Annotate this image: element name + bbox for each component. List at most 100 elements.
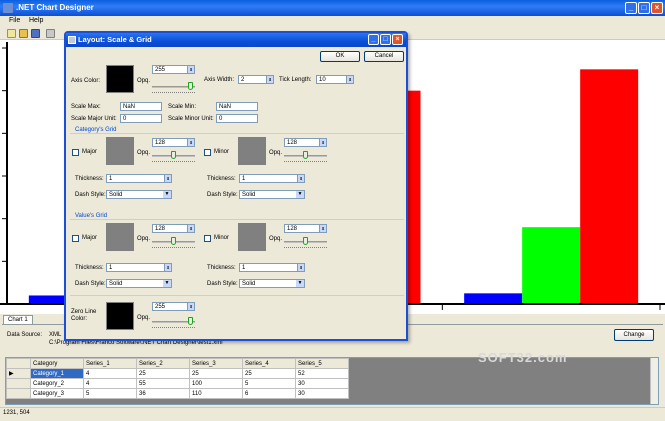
spinner-arrows-icon[interactable]: ⬍ bbox=[187, 139, 194, 146]
zero-line-color-swatch[interactable] bbox=[106, 302, 134, 330]
change-button[interactable]: Change bbox=[614, 329, 654, 341]
spinner-arrows-icon[interactable]: ⬍ bbox=[297, 175, 304, 182]
chevron-down-icon[interactable]: ▼ bbox=[163, 280, 171, 287]
value-major-opacity-spinner[interactable]: 128 ⬍ bbox=[152, 224, 195, 233]
value-major-thickness-spinner[interactable]: 1 ⬍ bbox=[106, 263, 172, 272]
value-major-checkbox[interactable] bbox=[72, 235, 79, 242]
table-cell[interactable]: 110 bbox=[189, 388, 243, 399]
slider-thumb[interactable] bbox=[303, 151, 308, 159]
save-icon[interactable] bbox=[31, 29, 40, 38]
value-major-dash-style-select[interactable]: Solid ▼ bbox=[106, 279, 172, 288]
ok-button[interactable]: OK bbox=[320, 51, 360, 62]
table-cell[interactable]: 6 bbox=[242, 388, 296, 399]
axis-opacity-slider-thumb[interactable] bbox=[188, 82, 193, 90]
spinner-arrows-icon[interactable]: ⬍ bbox=[164, 175, 171, 182]
value-minor-color-swatch[interactable] bbox=[238, 223, 266, 251]
slider-thumb[interactable] bbox=[303, 237, 308, 245]
category-major-checkbox[interactable] bbox=[72, 149, 79, 156]
category-major-color-swatch[interactable] bbox=[106, 137, 134, 165]
spinner-arrows-icon[interactable]: ⬍ bbox=[164, 264, 171, 271]
table-cell[interactable]: 100 bbox=[189, 378, 243, 389]
column-header[interactable]: Series_1 bbox=[83, 358, 137, 369]
table-row[interactable]: Category_2 4 55 100 5 30 bbox=[6, 378, 349, 389]
chevron-down-icon[interactable]: ▼ bbox=[296, 280, 304, 287]
category-major-dash-style-select[interactable]: Solid ▼ bbox=[106, 190, 172, 199]
dialog-title-bar[interactable]: Layout: Scale & Grid _ □ × bbox=[66, 33, 406, 47]
maximize-button[interactable]: □ bbox=[638, 2, 650, 14]
column-header[interactable]: Series_2 bbox=[136, 358, 190, 369]
open-icon[interactable] bbox=[19, 29, 28, 38]
value-minor-checkbox[interactable] bbox=[204, 235, 211, 242]
dialog-close-button[interactable]: × bbox=[392, 34, 403, 45]
table-cell[interactable]: 36 bbox=[136, 388, 190, 399]
table-cell[interactable]: 30 bbox=[295, 378, 349, 389]
bar-Category_3-series-2[interactable] bbox=[522, 227, 581, 304]
menu-help[interactable]: Help bbox=[29, 17, 43, 24]
spinner-arrows-icon[interactable]: ⬍ bbox=[266, 76, 273, 83]
column-header[interactable]: Category bbox=[30, 358, 84, 369]
close-button[interactable]: × bbox=[651, 2, 663, 14]
category-minor-color-swatch[interactable] bbox=[238, 137, 266, 165]
axis-color-swatch[interactable] bbox=[106, 65, 134, 93]
column-header[interactable]: Series_3 bbox=[189, 358, 243, 369]
category-minor-opacity-spinner[interactable]: 128 ⬍ bbox=[284, 138, 327, 147]
table-row[interactable]: ▶ Category_1 4 25 25 25 52 bbox=[6, 368, 349, 379]
category-minor-dash-style-select[interactable]: Solid ▼ bbox=[239, 190, 305, 199]
scale-min-input[interactable]: NaN bbox=[216, 102, 258, 111]
row-header[interactable] bbox=[6, 378, 31, 389]
chevron-down-icon[interactable]: ▼ bbox=[163, 191, 171, 198]
undo-icon[interactable] bbox=[46, 29, 55, 38]
column-header[interactable]: Series_5 bbox=[295, 358, 349, 369]
zero-opacity-spinner[interactable]: 255 ⬍ bbox=[152, 302, 195, 311]
table-cell[interactable]: 4 bbox=[83, 368, 137, 379]
bar-Category_3-series-3[interactable] bbox=[580, 69, 639, 304]
table-cell[interactable]: 4 bbox=[83, 378, 137, 389]
value-minor-opacity-spinner[interactable]: 128 ⬍ bbox=[284, 224, 327, 233]
tick-length-spinner[interactable]: 10 ⬍ bbox=[316, 75, 354, 84]
spinner-arrows-icon[interactable]: ⬍ bbox=[297, 264, 304, 271]
category-minor-checkbox[interactable] bbox=[204, 149, 211, 156]
table-cell[interactable]: 25 bbox=[242, 368, 296, 379]
table-cell[interactable]: 52 bbox=[295, 368, 349, 379]
table-cell[interactable]: 25 bbox=[136, 368, 190, 379]
row-indicator-icon[interactable]: ▶ bbox=[6, 368, 31, 379]
spinner-arrows-icon[interactable]: ⬍ bbox=[187, 225, 194, 232]
value-major-color-swatch[interactable] bbox=[106, 223, 134, 251]
table-row[interactable]: Category_3 5 36 110 6 30 bbox=[6, 388, 349, 399]
minimize-button[interactable]: _ bbox=[625, 2, 637, 14]
spinner-arrows-icon[interactable]: ⬍ bbox=[319, 225, 326, 232]
zero-opacity-slider-thumb[interactable] bbox=[188, 317, 193, 325]
axis-width-spinner[interactable]: 2 ⬍ bbox=[238, 75, 274, 84]
value-minor-thickness-spinner[interactable]: 1 ⬍ bbox=[239, 263, 305, 272]
menu-file[interactable]: File bbox=[9, 17, 20, 24]
table-cell[interactable]: 5 bbox=[83, 388, 137, 399]
table-cell[interactable]: 5 bbox=[242, 378, 296, 389]
scale-minor-input[interactable]: 0 bbox=[216, 114, 258, 123]
tab-chart-1[interactable]: Chart 1 bbox=[3, 315, 33, 324]
dialog-maximize-button[interactable]: □ bbox=[380, 34, 391, 45]
cancel-button[interactable]: Cancel bbox=[364, 51, 404, 62]
table-cell[interactable]: 25 bbox=[189, 368, 243, 379]
spinner-arrows-icon[interactable]: ⬍ bbox=[346, 76, 353, 83]
bar-Category_3-series-1[interactable] bbox=[464, 293, 523, 304]
scale-max-input[interactable]: NaN bbox=[120, 102, 162, 111]
table-cell[interactable]: Category_2 bbox=[30, 378, 84, 389]
axis-opacity-spinner[interactable]: 255 ⬍ bbox=[152, 65, 195, 74]
dialog-minimize-button[interactable]: _ bbox=[368, 34, 379, 45]
column-header[interactable]: Series_4 bbox=[242, 358, 296, 369]
row-header[interactable] bbox=[6, 388, 31, 399]
table-cell[interactable]: Category_3 bbox=[30, 388, 84, 399]
table-cell[interactable]: Category_1 bbox=[30, 368, 84, 379]
spinner-arrows-icon[interactable]: ⬍ bbox=[187, 303, 194, 310]
scale-major-input[interactable]: 0 bbox=[120, 114, 162, 123]
value-minor-dash-style-select[interactable]: Solid ▼ bbox=[239, 279, 305, 288]
category-major-opacity-spinner[interactable]: 128 ⬍ bbox=[152, 138, 195, 147]
category-minor-thickness-spinner[interactable]: 1 ⬍ bbox=[239, 174, 305, 183]
table-cell[interactable]: 55 bbox=[136, 378, 190, 389]
spinner-arrows-icon[interactable]: ⬍ bbox=[187, 66, 194, 73]
slider-thumb[interactable] bbox=[171, 151, 176, 159]
category-major-thickness-spinner[interactable]: 1 ⬍ bbox=[106, 174, 172, 183]
new-icon[interactable] bbox=[7, 29, 16, 38]
table-cell[interactable]: 30 bbox=[295, 388, 349, 399]
grid-vertical-scrollbar[interactable] bbox=[650, 358, 658, 404]
